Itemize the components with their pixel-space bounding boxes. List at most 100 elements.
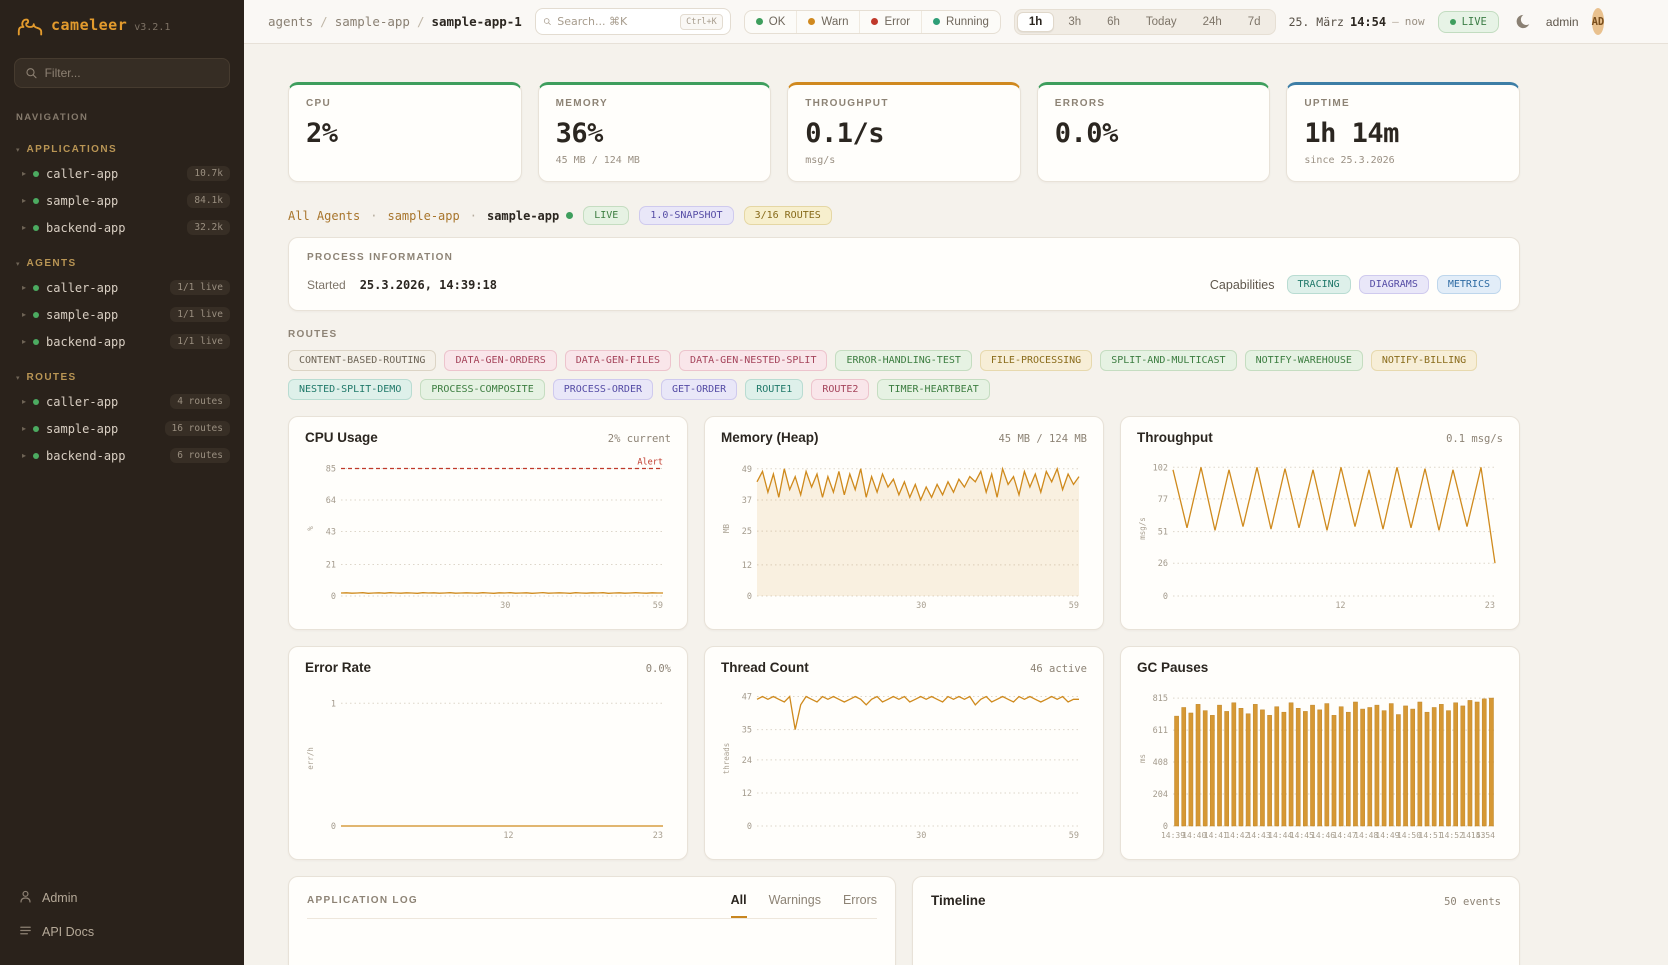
sidebar-item-backend-app[interactable]: ▸backend-app32.2k xyxy=(0,214,244,241)
item-count-badge: 6 routes xyxy=(170,448,230,463)
stat-cards-row: CPU2%MEMORY36%45 MB / 124 MBTHROUGHPUT0.… xyxy=(288,82,1520,182)
range-button-3h[interactable]: 3h xyxy=(1056,12,1093,32)
svg-text:msg/s: msg/s xyxy=(1138,517,1147,540)
log-tab-warnings[interactable]: Warnings xyxy=(769,893,821,918)
capability-badge-metrics[interactable]: METRICS xyxy=(1437,275,1501,294)
range-button-6h[interactable]: 6h xyxy=(1095,12,1132,32)
svg-text:49: 49 xyxy=(742,465,752,475)
chevron-right-icon: ▸ xyxy=(22,196,26,205)
live-label: LIVE xyxy=(1462,16,1487,28)
route-chip-data-gen-files[interactable]: DATA-GEN-FILES xyxy=(565,350,671,371)
route-chip-split-and-multicast[interactable]: SPLIT-AND-MULTICAST xyxy=(1100,350,1236,371)
timeline-title: Timeline xyxy=(931,893,986,908)
nav-section-label: NAVIGATION xyxy=(16,112,228,123)
routes-section: ROUTES CONTENT-BASED-ROUTINGDATA-GEN-ORD… xyxy=(288,329,1520,400)
sidebar-item-caller-app[interactable]: ▸caller-app10.7k xyxy=(0,160,244,187)
global-search[interactable]: Ctrl+K xyxy=(535,8,731,35)
route-chip-notify-warehouse[interactable]: NOTIFY-WAREHOUSE xyxy=(1245,350,1363,371)
log-tab-all[interactable]: All xyxy=(731,893,747,918)
sidebar-item-caller-app[interactable]: ▸caller-app4 routes xyxy=(0,388,244,415)
route-chip-error-handling-test[interactable]: ERROR-HANDLING-TEST xyxy=(835,350,971,371)
agent-badge-live[interactable]: LIVE xyxy=(583,206,629,225)
capability-badge-tracing[interactable]: TRACING xyxy=(1287,275,1351,294)
route-chip-nested-split-demo[interactable]: NESTED-SPLIT-DEMO xyxy=(288,379,412,400)
date-range-picker[interactable]: 25. März 14:54 — now xyxy=(1289,15,1425,29)
sidebar-item-backend-app[interactable]: ▸backend-app1/1 live xyxy=(0,328,244,355)
route-chip-timer-heartbeat[interactable]: TIMER-HEARTBEAT xyxy=(877,379,989,400)
item-count-badge: 1/1 live xyxy=(170,307,230,322)
chart-value-label: 0.1 msg/s xyxy=(1446,433,1503,445)
section-header-agents[interactable]: ▾AGENTS xyxy=(0,255,244,274)
sidebar-filter[interactable] xyxy=(14,58,230,88)
chart-throughput: 02651771021223msg/s xyxy=(1137,453,1503,611)
range-button-today[interactable]: Today xyxy=(1134,12,1189,32)
svg-text:35: 35 xyxy=(742,726,752,736)
moon-icon xyxy=(1514,13,1531,30)
avatar[interactable]: AD xyxy=(1592,8,1605,35)
sidebar-item-sample-app[interactable]: ▸sample-app84.1k xyxy=(0,187,244,214)
route-chip-process-order[interactable]: PROCESS-ORDER xyxy=(553,379,653,400)
item-count-badge: 10.7k xyxy=(187,166,230,181)
dark-mode-toggle[interactable] xyxy=(1512,11,1533,32)
chart-title: Error Rate xyxy=(305,660,371,675)
status-filter-label: OK xyxy=(769,16,786,28)
section-header-applications[interactable]: ▾APPLICATIONS xyxy=(0,141,244,160)
route-chip-route1[interactable]: ROUTE1 xyxy=(745,379,803,400)
route-chip-notify-billing[interactable]: NOTIFY-BILLING xyxy=(1371,350,1477,371)
route-chip-data-gen-nested-split[interactable]: DATA-GEN-NESTED-SPLIT xyxy=(679,350,827,371)
status-filter-error[interactable]: Error xyxy=(859,11,921,33)
timeline-event-count: 50 events xyxy=(1444,896,1501,908)
agent-badge-3-16-routes[interactable]: 3/16 ROUTES xyxy=(744,206,832,225)
sidebar-item-sample-app[interactable]: ▸sample-app1/1 live xyxy=(0,301,244,328)
item-label: sample-app xyxy=(46,194,180,208)
stat-subtext: 45 MB / 124 MB xyxy=(556,155,754,166)
status-dot-icon xyxy=(33,312,39,318)
route-chip-content-based-routing[interactable]: CONTENT-BASED-ROUTING xyxy=(288,350,436,371)
agent-link-all-agents[interactable]: All Agents xyxy=(288,209,360,223)
api-docs-link[interactable]: API Docs xyxy=(16,915,228,949)
logo[interactable]: cameleer v3.2.1 xyxy=(0,0,244,48)
range-button-7d[interactable]: 7d xyxy=(1236,12,1273,32)
svg-text:59: 59 xyxy=(1069,831,1079,841)
breadcrumb-agents[interactable]: agents xyxy=(268,14,313,29)
svg-text:30: 30 xyxy=(500,601,510,611)
agent-badge-1-0-snapshot[interactable]: 1.0-SNAPSHOT xyxy=(639,206,733,225)
route-chip-data-gen-orders[interactable]: DATA-GEN-ORDERS xyxy=(444,350,556,371)
sidebar-sections: ▾APPLICATIONS▸caller-app10.7k▸sample-app… xyxy=(0,127,244,469)
svg-text:77: 77 xyxy=(1158,495,1168,505)
section-header-routes[interactable]: ▾ROUTES xyxy=(0,369,244,388)
timeline-card: Timeline 50 events xyxy=(912,876,1520,965)
svg-text:59: 59 xyxy=(653,601,663,611)
log-tab-errors[interactable]: Errors xyxy=(843,893,877,918)
capability-badge-diagrams[interactable]: DIAGRAMS xyxy=(1359,275,1429,294)
breadcrumb-sample-app[interactable]: sample-app xyxy=(335,14,410,29)
sidebar-item-caller-app[interactable]: ▸caller-app1/1 live xyxy=(0,274,244,301)
status-dot-icon xyxy=(871,18,878,25)
section-label: APPLICATIONS xyxy=(27,144,118,155)
sidebar-section-applications: ▾APPLICATIONS▸caller-app10.7k ▸ sample-app… xyxy=(0,141,244,241)
status-filter-ok[interactable]: OK xyxy=(745,11,797,33)
range-button-1h[interactable]: 1h xyxy=(1017,12,1054,32)
filter-input[interactable] xyxy=(45,66,219,80)
current-agent-label: sample-app xyxy=(487,209,559,223)
admin-link[interactable]: Admin xyxy=(16,881,228,915)
svg-text:0: 0 xyxy=(331,592,336,602)
range-button-24h[interactable]: 24h xyxy=(1191,12,1234,32)
agent-link-sample-app[interactable]: sample-app xyxy=(387,209,459,223)
route-chip-file-processing[interactable]: FILE-PROCESSING xyxy=(980,350,1092,371)
svg-text:Alert: Alert xyxy=(637,458,663,468)
route-chip-process-composite[interactable]: PROCESS-COMPOSITE xyxy=(420,379,544,400)
route-chip-route2[interactable]: ROUTE2 xyxy=(811,379,869,400)
camel-logo-icon xyxy=(16,16,44,38)
sidebar-item-sample-app[interactable]: ▸sample-app16 routes xyxy=(0,415,244,442)
status-filter-warn[interactable]: Warn xyxy=(796,11,859,33)
status-filter-running[interactable]: Running xyxy=(921,11,1000,33)
search-input[interactable] xyxy=(557,15,674,28)
sidebar-item-backend-app[interactable]: ▸backend-app6 routes xyxy=(0,442,244,469)
top-header: agents/sample-app/sample-app-1 Ctrl+K OK… xyxy=(244,0,1668,44)
breadcrumb-sample-app-1[interactable]: sample-app-1 xyxy=(431,14,521,29)
live-badge[interactable]: LIVE xyxy=(1438,11,1499,33)
route-chip-get-order[interactable]: GET-ORDER xyxy=(661,379,737,400)
svg-text:0: 0 xyxy=(1163,592,1168,602)
svg-text:threads: threads xyxy=(722,743,731,775)
